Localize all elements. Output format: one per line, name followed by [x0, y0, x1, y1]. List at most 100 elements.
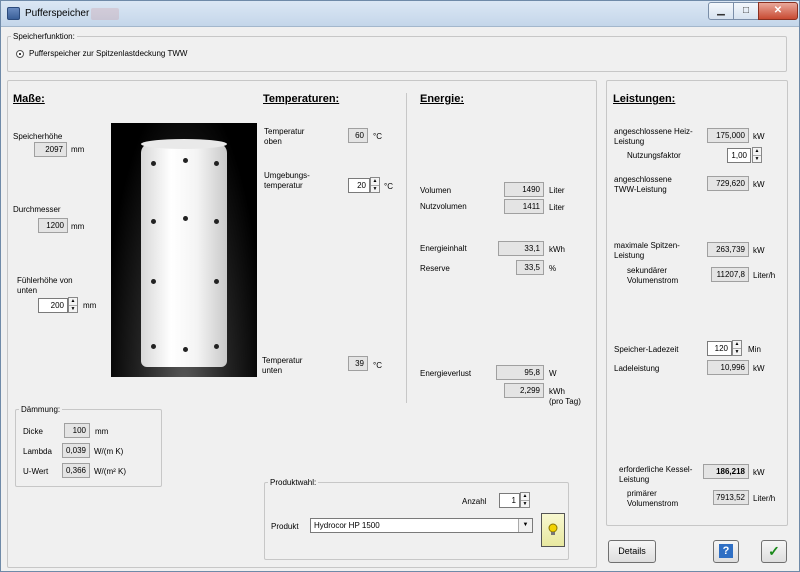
speicherfunktion-legend: Speicherfunktion: [13, 32, 75, 41]
fuehlerhoehe-spinner[interactable]: ▲ ▼ [68, 297, 78, 313]
temp-unten-label: Temperatur unten [262, 356, 303, 375]
speicherhoehe-field: 2097 [34, 142, 67, 157]
ladezeit-unit: Min [748, 345, 761, 354]
tank-top [141, 139, 227, 149]
uwert-unit: W/(m² K) [94, 467, 126, 476]
tank-port [151, 344, 156, 349]
produkt-select-value: Hydrocor HP 1500 [314, 521, 380, 530]
speicherhoehe-unit: mm [71, 145, 85, 154]
lightbulb-button[interactable] [541, 513, 565, 547]
tank-image [111, 123, 257, 377]
temp-oben-label: Temperatur oben [264, 127, 305, 146]
temp-unten-unit: °C [373, 361, 382, 370]
energieverlust-kwh-unit: kWh [549, 387, 565, 396]
tank-port [183, 216, 188, 221]
anzahl-input[interactable]: 1 [499, 493, 520, 508]
speicherhoehe-label: Speicherhöhe [13, 132, 63, 141]
tank-port [151, 279, 156, 284]
temp-umgebung-input[interactable]: 20 [348, 178, 370, 193]
nutzungsfaktor-label: Nutzungsfaktor [627, 151, 681, 160]
lightbulb-icon [548, 523, 558, 535]
lambda-unit: W/(m K) [94, 447, 124, 456]
tww-leistung-field: 729,620 [707, 176, 749, 191]
daemmung-legend: Dämmung: [21, 405, 61, 414]
ladeleistung-label: Ladeleistung [614, 364, 660, 373]
volumen-unit: Liter [549, 186, 565, 195]
produkt-select[interactable]: Hydrocor HP 1500 ▼ [310, 518, 533, 533]
anzahl-label: Anzahl [462, 497, 487, 506]
window-title: Pufferspeicher [25, 8, 90, 19]
tank-port [214, 161, 219, 166]
reserve-field: 33,5 [516, 260, 544, 275]
maximize-button[interactable]: □ [733, 2, 759, 20]
spitzen-leistung-field: 263,739 [707, 242, 749, 257]
chevron-down-icon[interactable]: ▼ [518, 519, 532, 532]
ladezeit-input[interactable]: 120 [707, 341, 732, 356]
volumen-field: 1490 [504, 182, 544, 197]
temp-oben-field: 60 [348, 128, 368, 143]
energieverlust-w-unit: W [549, 369, 557, 378]
ok-button[interactable]: ✓ [761, 540, 787, 563]
temp-umgebung-spinner[interactable]: ▲ ▼ [370, 177, 380, 193]
app-icon [7, 7, 20, 20]
prim-volumenstrom-unit: Liter/h [753, 494, 776, 503]
title-ghost [91, 8, 119, 20]
spitzen-leistung-label: maximale Spitzen-Leistung [614, 241, 680, 260]
fuehlerhoehe-unit: mm [83, 301, 97, 310]
nutzvolumen-unit: Liter [549, 203, 565, 212]
temp-oben-unit: °C [373, 132, 382, 141]
details-button[interactable]: Details [608, 540, 656, 563]
dicke-label: Dicke [23, 427, 44, 436]
help-icon: ? [719, 544, 733, 558]
dicke-field: 100 [64, 423, 90, 438]
temp-umgebung-label: Umgebungs-temperatur [264, 171, 310, 190]
uwert-label: U-Wert [23, 467, 49, 476]
title-bar: Pufferspeicher ▁ □ ✕ [1, 1, 799, 27]
leistungen-title: Leistungen: [613, 93, 676, 105]
nutzungsfaktor-spinner[interactable]: ▲ ▼ [752, 147, 762, 163]
energieinhalt-field: 33,1 [498, 241, 544, 256]
sek-volumenstrom-label: sekundärer Volumenstrom [627, 266, 679, 285]
ladezeit-spinner[interactable]: ▲ ▼ [732, 340, 742, 356]
spitzen-leistung-unit: kW [753, 246, 765, 255]
prim-volumenstrom-label: primärer Volumenstrom [627, 489, 679, 508]
volumen-label: Volumen [420, 186, 452, 195]
pufferspeicher-window: Pufferspeicher ▁ □ ✕ Speicherfunktion: P… [0, 0, 800, 572]
reserve-label: Reserve [420, 264, 450, 273]
anzahl-spinner[interactable]: ▲ ▼ [520, 492, 530, 508]
ladeleistung-unit: kW [753, 364, 765, 373]
nutzvolumen-label: Nutzvolumen [420, 202, 467, 211]
prim-volumenstrom-field: 7913,52 [713, 490, 749, 505]
temperaturen-title: Temperaturen: [263, 93, 340, 105]
kessel-leistung-field: 186,218 [703, 464, 749, 479]
tank-port [214, 344, 219, 349]
tank-port [214, 279, 219, 284]
tank-port [183, 347, 188, 352]
energie-title: Energie: [420, 93, 465, 105]
nutzungsfaktor-input[interactable]: 1,00 [727, 148, 751, 163]
durchmesser-label: Durchmesser [13, 205, 61, 214]
tank-port [151, 219, 156, 224]
energieverlust-per-day: (pro Tag) [549, 397, 581, 406]
separator-line [406, 93, 407, 403]
produkt-label: Produkt [271, 522, 299, 531]
temp-unten-field: 39 [348, 356, 368, 371]
energieinhalt-label: Energieinhalt [420, 244, 467, 253]
heiz-leistung-label: angeschlossene Heiz-Leistung [614, 127, 693, 146]
reserve-unit: % [549, 264, 557, 273]
ladeleistung-field: 10,996 [707, 360, 749, 375]
minimize-button[interactable]: ▁ [708, 2, 734, 20]
tww-leistung-unit: kW [753, 180, 765, 189]
energieinhalt-unit: kWh [549, 245, 565, 254]
help-button[interactable]: ? [713, 540, 739, 563]
fuehlerhoehe-input[interactable]: 200 [38, 298, 68, 313]
speicherfunktion-option-label: Pufferspeicher zur Spitzenlastdeckung TW… [29, 49, 188, 58]
dicke-unit: mm [95, 427, 109, 436]
tank-port [151, 161, 156, 166]
lambda-field: 0,039 [62, 443, 90, 458]
tww-leistung-label: angeschlossene TWW-Leistung [614, 175, 672, 194]
speicherfunktion-radio[interactable] [16, 50, 24, 58]
close-button[interactable]: ✕ [758, 2, 798, 20]
durchmesser-field: 1200 [38, 218, 68, 233]
masse-title: Maße: [13, 93, 45, 105]
